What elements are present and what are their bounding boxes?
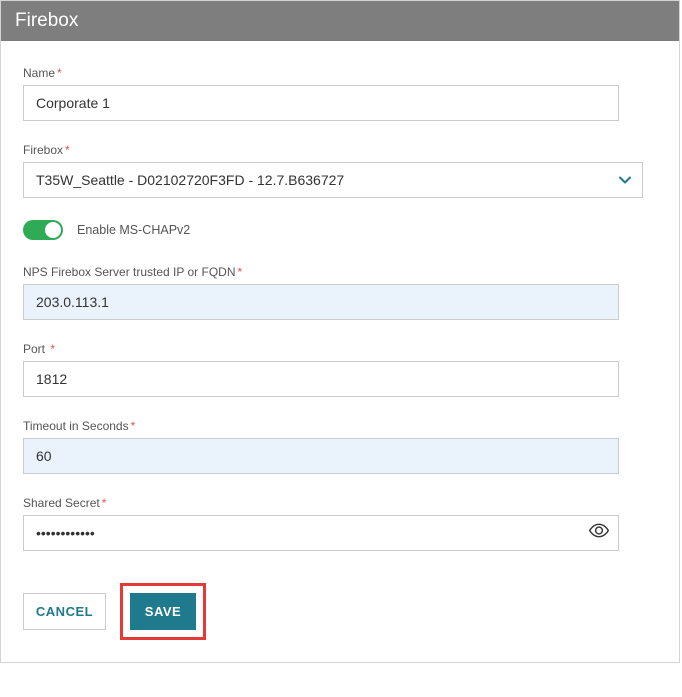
- mschap-label: Enable MS-CHAPv2: [77, 223, 190, 237]
- timeout-label: Timeout in Seconds*: [23, 419, 657, 433]
- name-input[interactable]: [23, 85, 619, 121]
- shared-secret-label: Shared Secret*: [23, 496, 657, 510]
- button-row: Cancel Save: [23, 583, 657, 640]
- firebox-label: Firebox*: [23, 143, 657, 157]
- mschap-row: Enable MS-CHAPv2: [23, 220, 657, 240]
- cancel-button[interactable]: Cancel: [23, 593, 106, 630]
- dialog-header: Firebox: [1, 1, 679, 41]
- password-wrap: [23, 515, 619, 551]
- eye-icon[interactable]: [589, 524, 609, 543]
- name-label: Name*: [23, 66, 657, 80]
- firebox-select-value: T35W_Seattle - D02102720F3FD - 12.7.B636…: [36, 172, 344, 188]
- firebox-select[interactable]: T35W_Seattle - D02102720F3FD - 12.7.B636…: [23, 162, 643, 198]
- form-body: Name* Firebox* T35W_Seattle - D02102720F…: [1, 41, 679, 662]
- toggle-knob: [45, 222, 61, 238]
- mschap-toggle[interactable]: [23, 220, 63, 240]
- save-button[interactable]: Save: [130, 593, 196, 630]
- required-asterisk: *: [131, 419, 136, 433]
- shared-secret-group: Shared Secret*: [23, 496, 657, 551]
- port-label: Port *: [23, 342, 657, 356]
- required-asterisk: *: [102, 496, 107, 510]
- name-group: Name*: [23, 66, 657, 121]
- dialog-title: Firebox: [15, 10, 78, 31]
- firebox-select-wrap: T35W_Seattle - D02102720F3FD - 12.7.B636…: [23, 162, 643, 198]
- port-input[interactable]: [23, 361, 619, 397]
- nps-ip-label: NPS Firebox Server trusted IP or FQDN*: [23, 265, 657, 279]
- shared-secret-input[interactable]: [23, 515, 619, 551]
- required-asterisk: *: [57, 66, 62, 80]
- port-group: Port *: [23, 342, 657, 397]
- dialog-container: Firebox Name* Firebox* T35W_Seattle - D0…: [0, 0, 680, 663]
- nps-ip-group: NPS Firebox Server trusted IP or FQDN*: [23, 265, 657, 320]
- firebox-group: Firebox* T35W_Seattle - D02102720F3FD - …: [23, 143, 657, 198]
- required-asterisk: *: [238, 265, 243, 279]
- timeout-input[interactable]: [23, 438, 619, 474]
- timeout-group: Timeout in Seconds*: [23, 419, 657, 474]
- save-highlight-box: Save: [120, 583, 206, 640]
- required-asterisk: *: [47, 342, 55, 356]
- nps-ip-input[interactable]: [23, 284, 619, 320]
- required-asterisk: *: [65, 143, 70, 157]
